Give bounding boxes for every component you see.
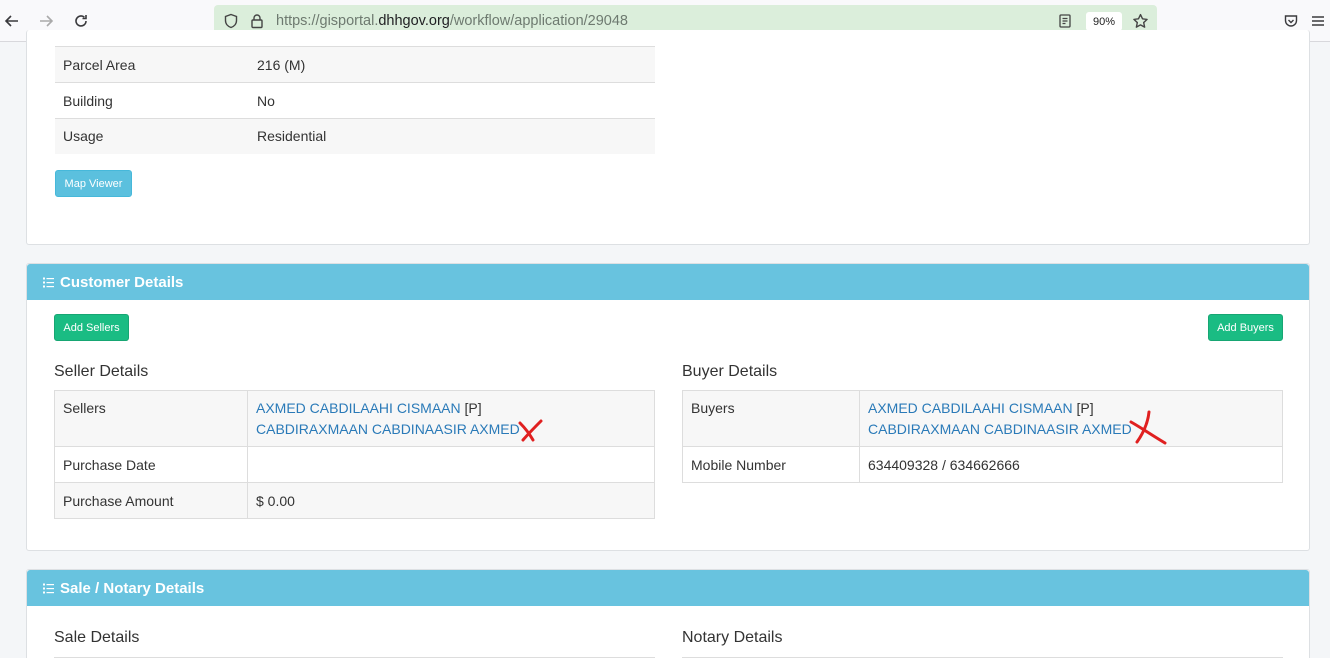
seller-details-title: Seller Details (54, 363, 149, 380)
table-row: Buyers AXMED CABDILAAHI CISMAAN [P] CABD… (682, 390, 1283, 447)
building-value: No (249, 82, 655, 119)
purchase-date-label: Purchase Date (54, 446, 248, 483)
zoom-level[interactable]: 90% (1086, 12, 1122, 31)
seller-link-1[interactable]: AXMED CABDILAAHI CISMAAN (256, 400, 461, 416)
table-row: Usage Residential (55, 118, 655, 154)
buyer-link-2[interactable]: CABDIRAXMAAN CABDINAASIR AXMED (868, 421, 1132, 437)
customer-details-panel: Customer Details Add Sellers Add Buyers … (26, 263, 1310, 551)
sale-notary-panel: Sale / Notary Details Sale Details Notar… (26, 569, 1310, 658)
reader-view-icon[interactable] (1056, 12, 1074, 30)
purchase-date-value (247, 446, 655, 483)
table-row: Sellers AXMED CABDILAAHI CISMAAN [P] CAB… (54, 390, 655, 447)
url-host: dhhgov.org (378, 13, 450, 29)
url-path: /workflow/application/29048 (449, 13, 628, 29)
buyer-link-1[interactable]: AXMED CABDILAAHI CISMAAN (868, 400, 1073, 416)
purchase-amount-label: Purchase Amount (54, 482, 248, 519)
building-label: Building (55, 82, 249, 119)
customer-details-header: Customer Details (27, 264, 1309, 300)
table-row: Mobile Number 634409328 / 634662666 (682, 446, 1283, 483)
bookmark-star-icon[interactable] (1131, 12, 1149, 30)
add-sellers-button[interactable]: Add Sellers (54, 314, 129, 341)
red-x-mark (518, 419, 543, 442)
shield-icon[interactable] (222, 12, 240, 30)
url-prefix: https://gisportal. (276, 13, 379, 29)
notary-details-title: Notary Details (682, 629, 783, 646)
buyers-label: Buyers (682, 390, 860, 447)
add-buyers-button[interactable]: Add Buyers (1208, 314, 1283, 341)
usage-label: Usage (55, 118, 249, 154)
purchase-amount-value: $ 0.00 (247, 482, 655, 519)
lock-icon[interactable] (248, 12, 266, 30)
seller-1-tag: [P] (464, 400, 482, 416)
parcel-area-label: Parcel Area (55, 46, 249, 83)
list-icon (43, 583, 54, 594)
buyer-table: Buyers AXMED CABDILAAHI CISMAAN [P] CABD… (682, 390, 1283, 483)
back-arrow-icon[interactable] (0, 9, 24, 33)
parcel-area-value: 216 (M) (249, 46, 655, 83)
red-x-mark (1129, 410, 1167, 445)
buyer-1-tag: [P] (1076, 400, 1094, 416)
mobile-number-label: Mobile Number (682, 446, 860, 483)
mobile-number-value: 634409328 / 634662666 (859, 446, 1283, 483)
table-row: Purchase Amount $ 0.00 (54, 482, 655, 519)
usage-value: Residential (249, 118, 655, 154)
seller-table: Sellers AXMED CABDILAAHI CISMAAN [P] CAB… (54, 390, 655, 519)
buyers-cell: AXMED CABDILAAHI CISMAAN [P] CABDIRAXMAA… (859, 390, 1283, 447)
map-viewer-button[interactable]: Map Viewer (55, 170, 132, 197)
sale-details-title: Sale Details (54, 629, 140, 646)
customer-details-title: Customer Details (60, 273, 184, 291)
menu-icon[interactable] (1306, 9, 1330, 33)
sale-notary-title: Sale / Notary Details (60, 579, 205, 597)
seller-link-2[interactable]: CABDIRAXMAAN CABDINAASIR AXMED (256, 421, 520, 437)
sellers-label: Sellers (54, 390, 248, 447)
table-row: Parcel Area 216 (M) (55, 46, 655, 83)
buyer-details-title: Buyer Details (682, 363, 778, 380)
sale-notary-header: Sale / Notary Details (27, 570, 1309, 606)
list-icon (43, 277, 54, 288)
table-row: Purchase Date (54, 446, 655, 483)
table-row: Building No (55, 82, 655, 119)
property-table: Parcel Area 216 (M) Building No Usage Re… (55, 46, 655, 154)
sellers-cell: AXMED CABDILAAHI CISMAAN [P] CABDIRAXMAA… (247, 390, 655, 447)
url-text[interactable]: https://gisportal.dhhgov.org/workflow/ap… (276, 13, 628, 29)
property-panel: Parcel Area 216 (M) Building No Usage Re… (26, 30, 1310, 245)
